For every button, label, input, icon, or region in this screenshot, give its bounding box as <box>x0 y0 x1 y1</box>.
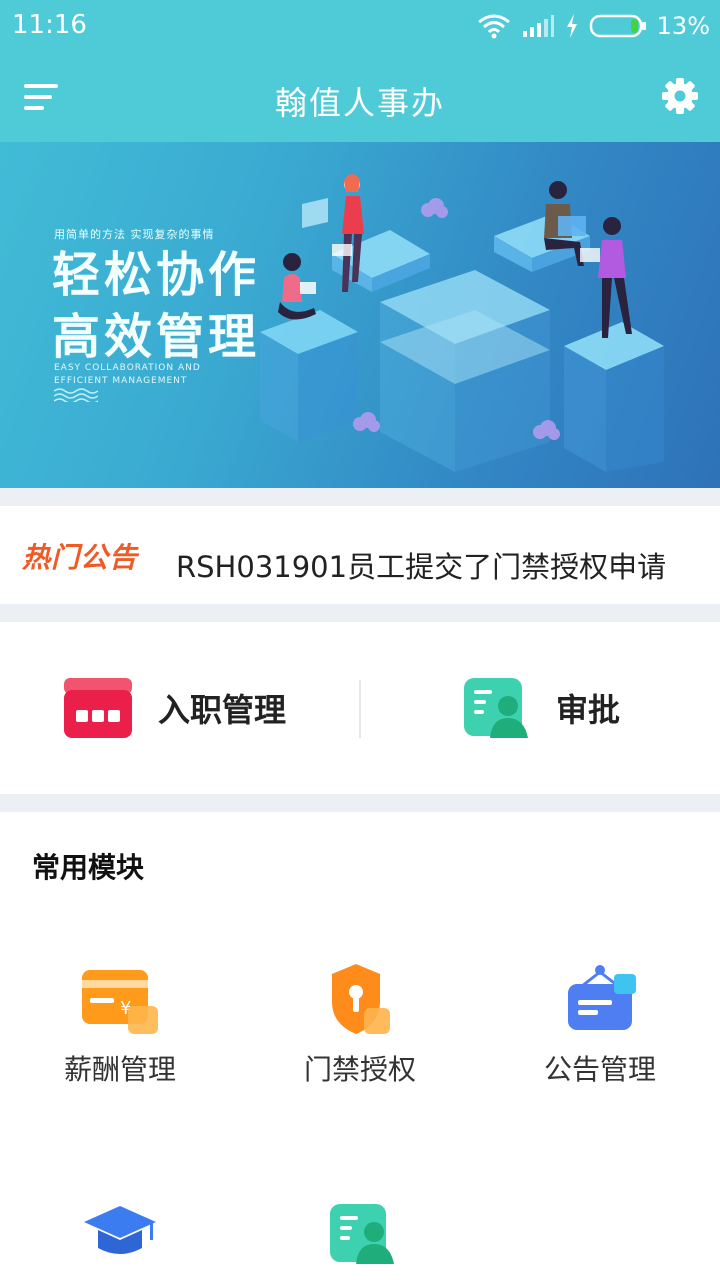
signal-icon <box>522 15 554 37</box>
module-label: 公告管理 <box>543 1053 656 1086</box>
banner-illustration <box>260 174 664 472</box>
banner-english: EASY COLLABORATION AND EFFICIENT MANAGEM… <box>54 363 201 386</box>
banner-slogan: 轻松协作 高效管理 <box>52 244 260 368</box>
app-header: 翰值人事办 <box>0 52 720 142</box>
modules-heading: 常用模块 <box>32 851 145 884</box>
quick-entry-onboarding[interactable]: 入职管理 <box>62 622 352 794</box>
module-access[interactable]: 门禁授权 <box>240 962 480 1088</box>
approval-icon <box>330 1204 394 1264</box>
hot-notice-badge: 热门公告 <box>22 541 139 574</box>
salary-card-icon: ¥ <box>82 970 158 1034</box>
module-training[interactable] <box>0 1198 240 1272</box>
module-label: 门禁授权 <box>303 1053 416 1086</box>
module-approval[interactable] <box>240 1198 480 1272</box>
quick-entries: 入职管理 审批 <box>0 622 720 794</box>
quick-entry-label: 入职管理 <box>158 691 287 729</box>
gear-icon[interactable] <box>660 76 700 116</box>
approval-icon <box>464 678 528 738</box>
charging-icon <box>566 14 577 38</box>
battery-icon <box>589 14 646 38</box>
promo-banner[interactable]: 用简单的方法 实现复杂的事情 轻松协作 高效管理 EASY COLLABORAT… <box>0 142 720 488</box>
banner-slogan-line2: 高效管理 <box>52 309 261 365</box>
quick-entry-approval[interactable]: 审批 <box>462 622 682 794</box>
quick-entry-label: 审批 <box>556 691 621 729</box>
common-modules: 常用模块 ¥ 薪酬管理 门禁授权 公告管理 <box>0 812 720 1280</box>
hot-notice-bar[interactable]: 热门公告 RSH031901员工提交了门禁授权申请 <box>0 506 720 604</box>
section-divider <box>0 488 720 506</box>
onboarding-icon <box>64 678 132 738</box>
status-time: 11:16 <box>12 10 87 40</box>
module-notice[interactable]: 公告管理 <box>480 962 720 1088</box>
page-title: 翰值人事办 <box>274 84 445 122</box>
battery-percent: 13% <box>656 12 710 40</box>
banner-wave-icon <box>54 388 98 402</box>
notice-message[interactable]: RSH031901员工提交了门禁授权申请 <box>176 544 666 586</box>
banner-tagline: 用简单的方法 实现复杂的事情 <box>54 228 215 241</box>
access-shield-icon <box>332 964 390 1034</box>
app-screen: 11:16 13% 翰值人事办 用简单的方法 实现复杂的事情 轻松协作 高效管理… <box>0 0 720 1280</box>
wifi-icon <box>477 14 510 39</box>
module-salary[interactable]: ¥ 薪酬管理 <box>0 962 240 1088</box>
status-icons: 13% <box>477 8 710 44</box>
notice-board-icon <box>568 965 636 1030</box>
module-label: 薪酬管理 <box>63 1053 176 1086</box>
section-divider <box>0 794 720 812</box>
graduation-cap-icon <box>84 1206 156 1254</box>
section-divider <box>0 604 720 622</box>
banner-slogan-line1: 轻松协作 <box>52 247 261 303</box>
status-bar: 11:16 13% <box>0 0 720 52</box>
quick-entry-divider <box>359 680 361 738</box>
